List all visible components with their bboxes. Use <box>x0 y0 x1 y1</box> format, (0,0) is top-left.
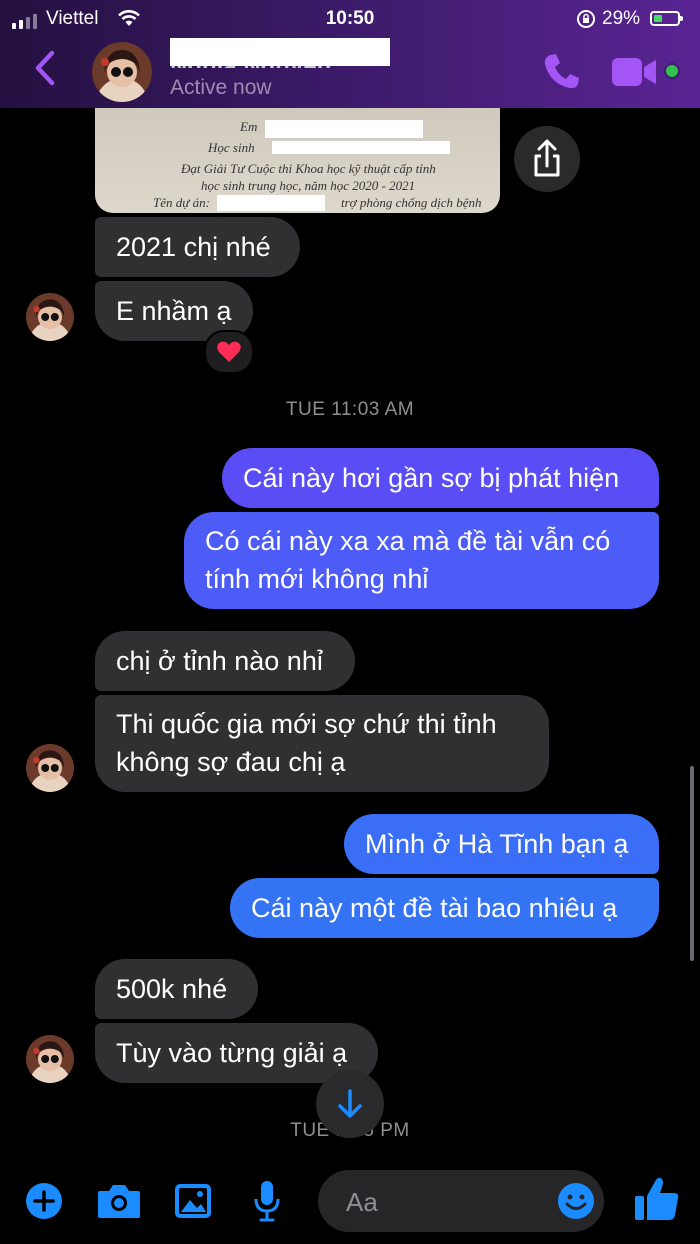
message-line: Thi quốc gia mới sợ chứ thi tỉnh <box>116 709 497 739</box>
shared-certificate-photo[interactable]: Em Học sinh Đạt Giải Tư Cuộc thi Khoa họ… <box>95 108 500 213</box>
photo-text-line: Đạt Giải Tư Cuộc thi Khoa học kỹ thuật c… <box>181 161 436 176</box>
photo-text-line: học sinh trung học, năm học 2020 - 2021 <box>201 178 416 193</box>
message-line: tính mới không nhỉ <box>205 564 429 594</box>
photo-redaction <box>265 120 423 138</box>
plus-icon[interactable] <box>24 1181 64 1221</box>
scrollbar[interactable] <box>690 766 694 961</box>
incoming-message[interactable]: 500k nhé <box>95 959 258 1019</box>
back-chevron-icon[interactable] <box>30 48 62 88</box>
timestamp-divider: TUE 11:03 AM <box>285 399 415 420</box>
photo-text-line: Em <box>240 119 258 134</box>
incoming-message[interactable]: 2021 chị nhé <box>95 217 300 277</box>
scroll-to-bottom-button[interactable] <box>316 1070 384 1138</box>
photo-text-line: Tên dự án: <box>153 195 210 210</box>
share-button[interactable] <box>514 126 580 192</box>
contact-avatar[interactable] <box>92 42 152 102</box>
share-icon <box>534 139 560 177</box>
online-indicator <box>664 63 680 79</box>
outgoing-message[interactable]: Cái này một đề tài bao nhiêu ạ <box>230 878 659 938</box>
video-icon[interactable] <box>610 56 658 88</box>
name-redaction <box>170 38 390 66</box>
incoming-message[interactable]: chị ở tỉnh nào nhỉ <box>95 631 355 691</box>
outgoing-message[interactable]: Có cái này xa xa mà đề tài vẫn có tính m… <box>184 512 659 609</box>
photo-redaction <box>217 195 325 211</box>
message-line: Có cái này xa xa mà đề tài vẫn có <box>205 526 611 556</box>
sender-avatar[interactable] <box>26 293 74 341</box>
incoming-message[interactable]: Thi quốc gia mới sợ chứ thi tỉnh không s… <box>95 695 549 792</box>
message-input[interactable] <box>344 1182 548 1222</box>
photo-text-line: Học sinh <box>208 140 255 155</box>
photo-redaction <box>272 141 450 154</box>
sender-avatar[interactable] <box>26 744 74 792</box>
message-reaction[interactable] <box>204 330 254 374</box>
chat-header: Viettel 10:50 29% Nghia Nguyen Active no… <box>0 0 700 108</box>
presence-status: Active now <box>170 76 272 99</box>
message-line: không sợ đau chị ạ <box>116 747 346 777</box>
heart-icon <box>217 341 241 362</box>
battery-percent: 29% <box>602 8 641 29</box>
status-bar: Viettel 10:50 29% <box>0 6 700 32</box>
phone-icon[interactable] <box>540 50 582 92</box>
microphone-icon[interactable] <box>252 1179 282 1223</box>
outgoing-message[interactable]: Cái này hơi gần sợ bị phát hiện <box>222 448 659 508</box>
message-input-container <box>318 1170 604 1232</box>
sender-avatar[interactable] <box>26 1035 74 1083</box>
image-icon[interactable] <box>173 1182 213 1220</box>
thumbs-up-icon[interactable] <box>632 1174 682 1224</box>
arrow-down-icon <box>338 1089 362 1118</box>
camera-icon[interactable] <box>96 1182 142 1220</box>
photo-text-line: trợ phòng chống dịch bệnh <box>341 195 482 210</box>
emoji-icon[interactable] <box>556 1181 596 1221</box>
outgoing-message[interactable]: Mình ở Hà Tĩnh bạn ạ <box>344 814 659 874</box>
battery-icon <box>650 11 683 26</box>
rotation-lock-icon <box>577 10 595 28</box>
